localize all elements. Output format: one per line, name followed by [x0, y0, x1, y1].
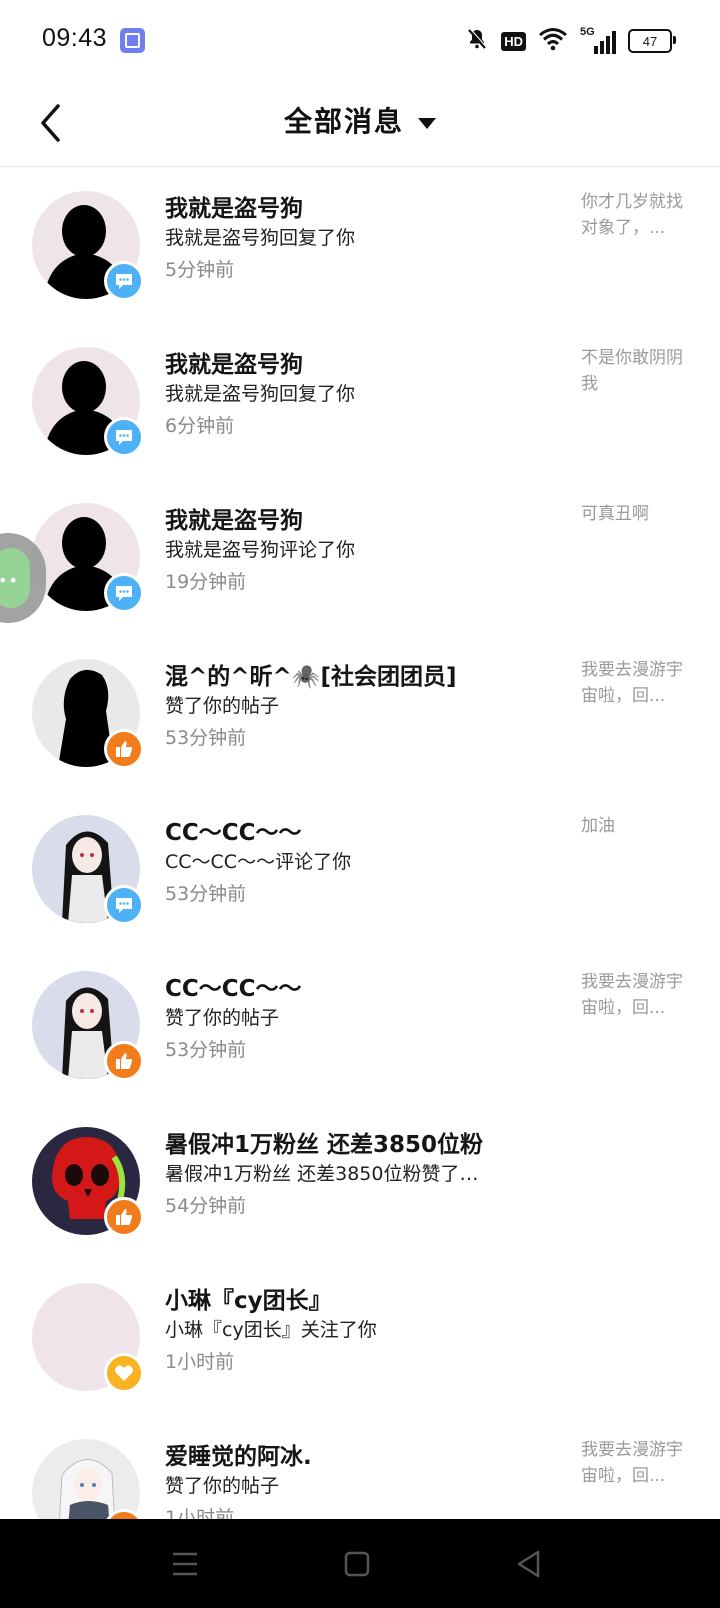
message-item[interactable]: CC～CC～～ 赞了你的帖子 53分钟前 我要去漫游宇宙啦，回...: [0, 947, 720, 1103]
more-dots-icon: ••: [0, 571, 19, 590]
sender-name[interactable]: 我就是盗号狗: [165, 345, 303, 379]
caret-down-icon: [418, 118, 436, 129]
message-action: 小琳『cy团长』关注了你: [165, 1319, 377, 1341]
message-time: 53分钟前: [165, 883, 247, 905]
thumbs-up-badge-icon: [104, 729, 144, 769]
top-bar: 全部消息: [0, 82, 720, 167]
message-item[interactable]: 我就是盗号狗 我就是盗号狗回复了你 6分钟前 不是你敢阴阴我: [0, 323, 720, 479]
sender-name[interactable]: 小琳『cy团长』: [165, 1281, 332, 1315]
message-action: 赞了你的帖子: [165, 695, 280, 717]
message-action: CC～CC～～评论了你: [165, 851, 352, 873]
message-action: 赞了你的帖子: [165, 1007, 280, 1029]
post-preview[interactable]: 不是你敢阴阴我: [581, 345, 691, 397]
post-preview[interactable]: 你才几岁就找对象了，...: [581, 189, 691, 241]
anime-white-hair-avatar-image: [59, 1459, 115, 1519]
sender-name[interactable]: 我就是盗号狗: [165, 189, 303, 223]
message-time: 5分钟前: [165, 259, 235, 281]
message-action: 我就是盗号狗回复了你: [165, 227, 356, 249]
sender-name[interactable]: CC～CC～～: [165, 969, 302, 1003]
message-item[interactable]: 混^的^昕^🕷️[社会团团员] 赞了你的帖子 53分钟前 我要去漫游宇宙啦，回.…: [0, 635, 720, 791]
message-time: 1小时前: [165, 1351, 235, 1373]
comment-badge-icon: [104, 417, 144, 457]
mute-bell-icon: [465, 27, 489, 55]
thumbs-up-badge-icon: [104, 1197, 144, 1237]
sender-name[interactable]: 我就是盗号狗: [165, 501, 303, 535]
message-action: 暑假冲1万粉丝 还差3850位粉赞了…: [165, 1163, 479, 1185]
message-time: 6分钟前: [165, 415, 235, 437]
message-time: 1小时前: [165, 1507, 235, 1519]
message-item[interactable]: 我就是盗号狗 我就是盗号狗评论了你 19分钟前 可真丑啊: [0, 479, 720, 635]
comment-badge-icon: [104, 261, 144, 301]
message-item[interactable]: 爱睡觉的阿冰. 赞了你的帖子 1小时前 我要去漫游宇宙啦，回...: [0, 1415, 720, 1519]
sender-name[interactable]: 暑假冲1万粉丝 还差3850位粉: [165, 1125, 483, 1159]
message-action: 赞了你的帖子: [165, 1475, 280, 1497]
battery-level: 47: [642, 33, 658, 49]
avatar[interactable]: [32, 1439, 140, 1519]
nav-back-button[interactable]: [506, 1541, 552, 1587]
status-icons: HD 5G 47: [465, 24, 676, 58]
message-time: 19分钟前: [165, 571, 247, 593]
heart-badge-icon: [104, 1353, 144, 1393]
message-filter-dropdown[interactable]: 全部消息: [0, 100, 720, 140]
page-title: 全部消息: [283, 105, 404, 138]
status-bar: 09:43 HD 5G 47: [0, 0, 720, 82]
post-preview[interactable]: 我要去漫游宇宙啦，回...: [581, 1437, 691, 1489]
message-time: 53分钟前: [165, 1039, 247, 1061]
status-time: 09:43: [42, 24, 108, 52]
home-square-icon: [344, 1551, 370, 1577]
hd-icon: HD: [501, 31, 526, 51]
message-item[interactable]: 小琳『cy团长』 小琳『cy团长』关注了你 1小时前: [0, 1259, 720, 1415]
post-preview[interactable]: 我要去漫游宇宙啦，回...: [581, 657, 691, 709]
back-triangle-icon: [517, 1550, 540, 1578]
post-preview[interactable]: 加油: [581, 813, 691, 839]
app-notification-icon: [120, 28, 145, 53]
sender-name[interactable]: CC～CC～～: [165, 813, 302, 847]
nav-home-button[interactable]: [334, 1541, 380, 1587]
sender-name[interactable]: 爱睡觉的阿冰.: [165, 1437, 312, 1471]
message-list[interactable]: 我就是盗号狗 我就是盗号狗回复了你 5分钟前 你才几岁就找对象了，... 我就是…: [0, 167, 720, 1519]
message-time: 53分钟前: [165, 727, 247, 749]
message-action: 我就是盗号狗评论了你: [165, 539, 356, 561]
comment-badge-icon: [104, 573, 144, 613]
message-time: 54分钟前: [165, 1195, 247, 1217]
sender-name[interactable]: 混^的^昕^🕷️[社会团团员]: [165, 657, 456, 691]
signal-icon: 5G: [580, 26, 616, 54]
message-item[interactable]: 暑假冲1万粉丝 还差3850位粉 暑假冲1万粉丝 还差3850位粉赞了… 54分…: [0, 1103, 720, 1259]
comment-badge-icon: [104, 885, 144, 925]
message-action: 我就是盗号狗回复了你: [165, 383, 356, 405]
network-type-label: 5G: [580, 26, 595, 38]
wifi-icon: [538, 27, 568, 55]
message-item[interactable]: CC～CC～～ CC～CC～～评论了你 53分钟前 加油: [0, 791, 720, 947]
post-preview[interactable]: 可真丑啊: [581, 501, 691, 527]
post-preview[interactable]: 我要去漫游宇宙啦，回...: [581, 969, 691, 1021]
battery-icon: 47: [628, 29, 676, 53]
message-item[interactable]: 我就是盗号狗 我就是盗号狗回复了你 5分钟前 你才几岁就找对象了，...: [0, 167, 720, 323]
nav-menu-button[interactable]: [162, 1541, 208, 1587]
system-nav-bar: [0, 1519, 720, 1608]
thumbs-up-badge-icon: [104, 1041, 144, 1081]
menu-icon: [173, 1552, 197, 1576]
